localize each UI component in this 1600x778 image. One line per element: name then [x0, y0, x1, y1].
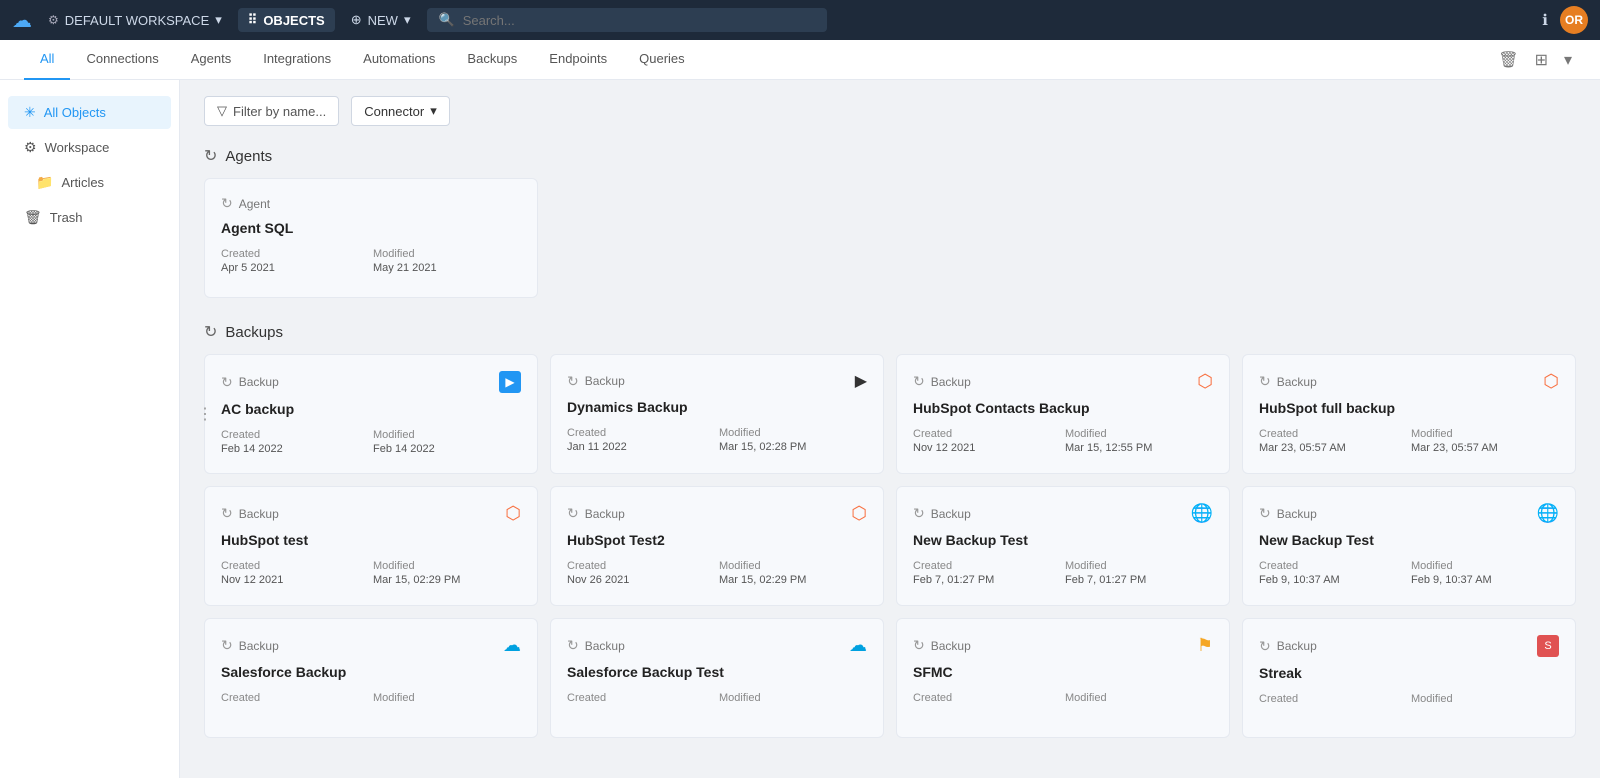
- agent-type-icon: ↻: [221, 195, 233, 212]
- card-hubspot-test2[interactable]: ↻ Backup ⬡ HubSpot Test2 Created Nov 26 …: [550, 486, 884, 606]
- card-hubspot-full-backup[interactable]: ↻ Backup ⬡ HubSpot full backup Created M…: [1242, 354, 1576, 474]
- card-salesforce-backup[interactable]: ↻ Backup ☁ Salesforce Backup Created Mod…: [204, 618, 538, 738]
- workspace-icon: ⚙: [24, 139, 37, 156]
- backup-type-icon: ↻: [567, 637, 579, 654]
- tab-endpoints[interactable]: Endpoints: [533, 40, 623, 80]
- card-header: ↻ Agent: [221, 195, 521, 212]
- backup-type-icon: ↻: [567, 373, 579, 390]
- backup-type-icon: ↻: [1259, 505, 1271, 522]
- agents-section: ↻ Agents ↻ Agent Agent SQL: [204, 146, 1576, 298]
- sidebar-item-workspace[interactable]: ⚙ Workspace: [8, 131, 171, 164]
- card-meta: Created Apr 5 2021 Modified May 21 2021: [221, 248, 521, 274]
- workspace-selector[interactable]: ⚙ DEFAULT WORKSPACE ▾: [48, 12, 222, 28]
- tab-agents[interactable]: Agents: [175, 40, 247, 80]
- card-salesforce-backup-test[interactable]: ↻ Backup ☁ Salesforce Backup Test Create…: [550, 618, 884, 738]
- backup-type-icon: ↻: [1259, 373, 1271, 390]
- backup-type-icon: ↻: [221, 637, 233, 654]
- sidebar-item-trash[interactable]: 🗑 Trash: [8, 201, 171, 234]
- content-area: ▽ Filter by name... Connector ▾ ↻ Agents…: [180, 80, 1600, 778]
- globe-blue-icon: 🌐: [1537, 503, 1559, 524]
- hubspot-icon: ⬡: [505, 503, 521, 524]
- card-hubspot-contacts-backup[interactable]: ↻ Backup ⬡ HubSpot Contacts Backup Creat…: [896, 354, 1230, 474]
- backups-section-header: ↻ Backups: [204, 322, 1576, 342]
- grid-view-icon[interactable]: ⊞: [1531, 46, 1552, 74]
- sidebar: ✳ All Objects ⚙ Workspace 📁 Articles 🗑 T…: [0, 80, 180, 778]
- connector-chevron-icon: ▾: [430, 103, 437, 119]
- filter-by-name-button[interactable]: ▽ Filter by name...: [204, 96, 339, 126]
- agents-section-icon: ↻: [204, 146, 217, 166]
- objects-nav[interactable]: ⠿ OBJECTS: [238, 8, 335, 32]
- salesforce-icon: ☁: [849, 635, 867, 656]
- filter-icon: ▽: [217, 103, 227, 119]
- tab-all[interactable]: All: [24, 40, 70, 80]
- backups-section: ↻ Backups ⋮ ↻ Backup ▶ AC backup: [204, 322, 1576, 738]
- backup-type-icon: ↻: [1259, 638, 1271, 655]
- top-nav-right: ℹ OR: [1542, 6, 1588, 34]
- top-nav: ☁ ⚙ DEFAULT WORKSPACE ▾ ⠿ OBJECTS ⊕ NEW …: [0, 0, 1600, 40]
- help-button[interactable]: ℹ: [1542, 11, 1548, 29]
- hubspot-icon: ⬡: [1197, 371, 1213, 392]
- streak-icon: S: [1537, 635, 1559, 657]
- sidebar-item-articles[interactable]: 📁 Articles: [8, 166, 171, 199]
- backup-type-icon: ↻: [567, 505, 579, 522]
- folder-icon: 📁: [36, 174, 53, 191]
- card-type: ↻ Agent: [221, 195, 270, 212]
- activecampaign-icon: ▶: [499, 371, 521, 393]
- card-agent-sql[interactable]: ↻ Agent Agent SQL Created Apr 5 2021 Mod…: [204, 178, 538, 298]
- logo: ☁: [12, 8, 32, 33]
- card-streak[interactable]: ↻ Backup S Streak Created Modified: [1242, 618, 1576, 738]
- card-title: AC backup: [221, 401, 521, 417]
- agents-section-header: ↻ Agents: [204, 146, 1576, 166]
- globe-blue-icon: 🌐: [1191, 503, 1213, 524]
- hubspot-icon: ⬡: [851, 503, 867, 524]
- card-new-backup-test-2[interactable]: ↻ Backup 🌐 New Backup Test Created Feb 9…: [1242, 486, 1576, 606]
- sfmc-icon: ⚑: [1197, 635, 1213, 656]
- salesforce-icon: ☁: [503, 635, 521, 656]
- card-new-backup-test-1[interactable]: ↻ Backup 🌐 New Backup Test Created Feb 7…: [896, 486, 1230, 606]
- backup-type-icon: ↻: [221, 505, 233, 522]
- backups-section-icon: ↻: [204, 322, 217, 342]
- sidebar-item-all-objects[interactable]: ✳ All Objects: [8, 96, 171, 129]
- view-options-icon[interactable]: ▾: [1560, 46, 1576, 74]
- connector-filter-button[interactable]: Connector ▾: [351, 96, 450, 126]
- card-hubspot-test[interactable]: ↻ Backup ⬡ HubSpot test Created Nov 12 2…: [204, 486, 538, 606]
- trash-sidebar-icon: 🗑: [24, 209, 42, 226]
- search-icon: 🔍: [439, 12, 455, 28]
- backups-cards-grid: ⋮ ↻ Backup ▶ AC backup Created Feb 14 20…: [204, 354, 1576, 738]
- search-bar[interactable]: 🔍: [427, 8, 827, 32]
- tab-integrations[interactable]: Integrations: [247, 40, 347, 80]
- backup-type-icon: ↻: [221, 374, 233, 391]
- card-sfmc[interactable]: ↻ Backup ⚑ SFMC Created Modified: [896, 618, 1230, 738]
- sub-nav-right: 🗑 ⊞ ▾: [1494, 46, 1576, 74]
- tab-queries[interactable]: Queries: [623, 40, 701, 80]
- backup-type-icon: ↻: [913, 373, 925, 390]
- card-dynamics-backup[interactable]: ↻ Backup ▶ Dynamics Backup Created Jan 1…: [550, 354, 884, 474]
- card-more-options[interactable]: ⋮: [197, 404, 213, 424]
- filter-bar: ▽ Filter by name... Connector ▾: [204, 96, 1576, 126]
- hubspot-icon: ⬡: [1543, 371, 1559, 392]
- agents-cards-grid: ↻ Agent Agent SQL Created Apr 5 2021 Mod…: [204, 178, 1576, 298]
- user-avatar[interactable]: OR: [1560, 6, 1588, 34]
- asterisk-icon: ✳: [24, 104, 36, 121]
- backup-type-icon: ↻: [913, 637, 925, 654]
- dynamics-icon: ▶: [855, 371, 867, 391]
- backup-type-icon: ↻: [913, 505, 925, 522]
- sub-nav: All Connections Agents Integrations Auto…: [0, 40, 1600, 80]
- card-title: Agent SQL: [221, 220, 521, 236]
- card-ac-backup[interactable]: ⋮ ↻ Backup ▶ AC backup Created Feb 14 20…: [204, 354, 538, 474]
- tab-automations[interactable]: Automations: [347, 40, 451, 80]
- new-button[interactable]: ⊕ NEW ▾: [351, 12, 411, 28]
- tab-backups[interactable]: Backups: [451, 40, 533, 80]
- main-layout: ✳ All Objects ⚙ Workspace 📁 Articles 🗑 T…: [0, 80, 1600, 778]
- tab-connections[interactable]: Connections: [70, 40, 174, 80]
- search-input[interactable]: [463, 13, 815, 28]
- trash-icon[interactable]: 🗑: [1494, 46, 1522, 74]
